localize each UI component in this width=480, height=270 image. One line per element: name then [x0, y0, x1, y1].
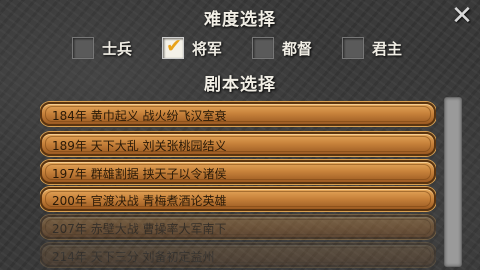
scrollbar[interactable] [444, 97, 462, 267]
scenario-item-label: 214年 天下三分 刘备初定益州 [52, 250, 215, 264]
difficulty-option-lord[interactable]: 君主 [342, 36, 402, 60]
difficulty-option-general[interactable]: ✔ 将军 [162, 35, 223, 60]
scenario-item[interactable]: 200年 官渡决战 青梅煮酒论英雄 [40, 187, 436, 211]
scenario-item-label: 197年 群雄割据 挟天子以令诸侯 [52, 167, 227, 181]
checkmark-icon: ✔ [166, 35, 182, 57]
difficulty-label: 都督 [282, 39, 313, 58]
difficulty-title: 难度选择 [204, 10, 276, 30]
close-icon[interactable]: ✕ [450, 3, 474, 29]
difficulty-options: 士兵 ✔ 将军 都督 君主 [0, 35, 480, 60]
scenario-item[interactable]: 184年 黄巾起义 战火纷飞汉室衰 [40, 102, 436, 126]
checkbox[interactable] [252, 37, 274, 59]
difficulty-label: 士兵 [102, 39, 133, 58]
checkbox[interactable] [342, 37, 364, 59]
scenario-item-label: 200年 官渡决战 青梅煮酒论英雄 [52, 194, 227, 208]
scenario-title: 剧本选择 [204, 75, 276, 95]
difficulty-label: 将军 [192, 39, 223, 58]
scenario-item[interactable]: 189年 天下大乱 刘关张桃园结义 [40, 132, 436, 156]
scenario-item-label: 207年 赤壁大战 曹操率大军南下 [52, 222, 227, 236]
difficulty-label: 君主 [372, 39, 403, 58]
scenario-item[interactable]: 197年 群雄割据 挟天子以令诸侯 [40, 160, 436, 184]
scenario-list[interactable]: 184年 黄巾起义 战火纷飞汉室衰 189年 天下大乱 刘关张桃园结义 197年… [40, 100, 436, 270]
scenario-item[interactable]: 207年 赤壁大战 曹操率大军南下 [40, 215, 436, 239]
checkbox[interactable] [72, 37, 94, 59]
checkbox-checked[interactable]: ✔ [162, 35, 184, 59]
scenario-item[interactable]: 214年 天下三分 刘备初定益州 [40, 243, 436, 267]
scenario-item-label: 184年 黄巾起义 战火纷飞汉室衰 [52, 109, 227, 123]
scenario-item-label: 189年 天下大乱 刘关张桃园结义 [52, 139, 227, 153]
difficulty-option-commander[interactable]: 都督 [252, 36, 312, 60]
difficulty-option-soldier[interactable]: 士兵 [72, 36, 132, 60]
